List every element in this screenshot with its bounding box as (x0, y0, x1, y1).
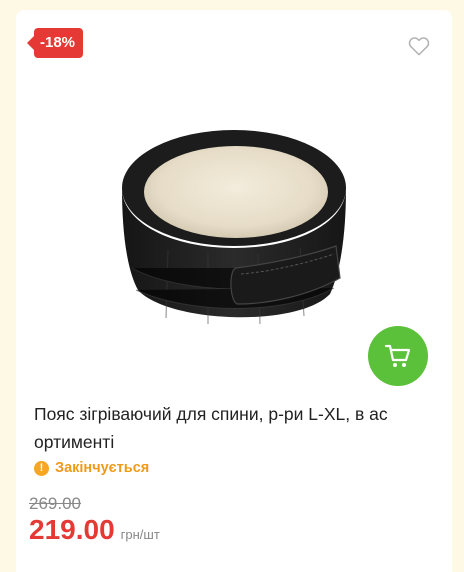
price-row: 219.00 грн/шт (29, 514, 160, 546)
add-to-cart-button[interactable] (368, 326, 428, 386)
current-price: 219.00 (29, 514, 115, 545)
price-unit: грн/шт (120, 527, 160, 542)
product-image[interactable] (108, 118, 360, 338)
stock-status-label: Закінчується (55, 460, 150, 476)
stock-status: ! Закінчується (34, 460, 149, 476)
heart-icon[interactable] (408, 36, 430, 56)
shopping-cart-icon (384, 344, 411, 367)
product-card[interactable]: -18% Пояс зігріваючий для спини, р-ри L-… (16, 10, 452, 572)
exclamation-circle-icon: ! (34, 460, 49, 476)
old-price: 269.00 (29, 494, 81, 513)
discount-badge: -18% (26, 28, 84, 58)
product-title[interactable]: Пояс зігріваючий для спини, р-ри L-XL, в… (34, 400, 438, 456)
